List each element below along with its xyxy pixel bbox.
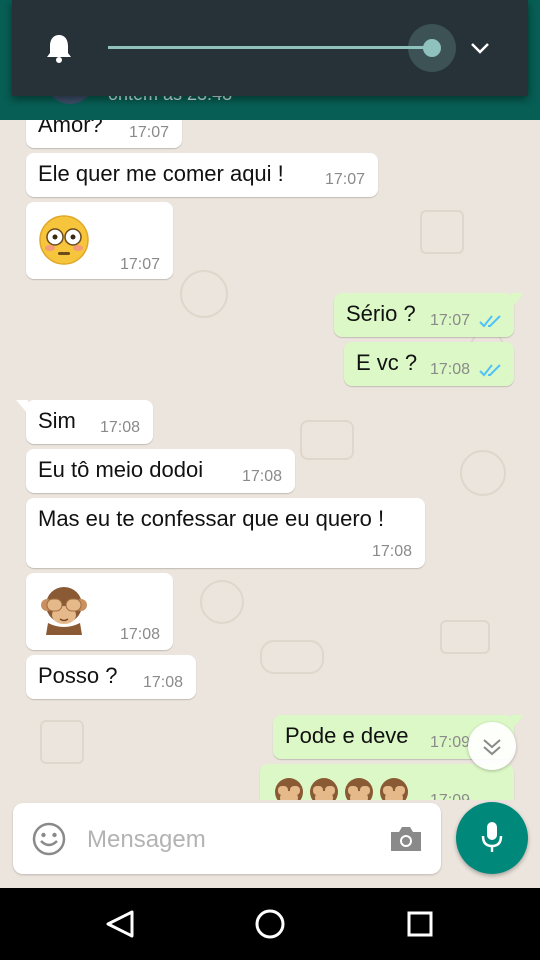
microphone-icon [481, 822, 503, 852]
outgoing-message[interactable]: E vc ? 17:08 [344, 342, 514, 386]
wallpaper-doodle [40, 720, 84, 764]
message-time: 17:08 [430, 361, 471, 378]
volume-slider-thumb[interactable] [423, 39, 441, 57]
voice-message-button[interactable] [456, 802, 528, 874]
incoming-message[interactable]: Ele quer me comer aqui ! 17:07 [26, 153, 378, 197]
system-navigation-bar [0, 888, 540, 960]
message-time: 17:07 [120, 256, 161, 273]
incoming-message[interactable]: 17:07 [26, 202, 173, 279]
read-receipt-icon [479, 364, 501, 377]
message-time: 17:09 [430, 792, 470, 800]
message-time: 17:07 [430, 312, 471, 329]
bubble-tail [16, 400, 28, 414]
wallpaper-doodle [440, 620, 490, 654]
recents-square-icon [407, 911, 433, 937]
wallpaper-doodle [180, 270, 228, 318]
message-text: Amor? [38, 120, 103, 137]
message-time: 17:07 [129, 124, 170, 141]
message-time: 17:08 [242, 468, 283, 485]
chevron-down-icon[interactable] [468, 38, 492, 58]
camera-icon[interactable] [389, 825, 423, 853]
incoming-message[interactable]: Sim 17:08 [16, 400, 153, 444]
bell-icon[interactable] [44, 32, 74, 64]
see-no-evil-monkey-emoji [41, 587, 87, 635]
back-triangle-icon [106, 910, 134, 938]
message-text: Eu tô meio dodoi [38, 457, 204, 482]
composer-bar [0, 800, 540, 888]
nav-home-button[interactable] [240, 900, 300, 948]
message-time: 17:08 [100, 419, 141, 436]
message-text: Sim [38, 408, 76, 433]
see-no-evil-monkey-emoji-row [275, 778, 408, 800]
message-text: Ele quer me comer aqui ! [38, 161, 284, 186]
message-time: 17:08 [372, 543, 413, 560]
message-input[interactable] [85, 817, 379, 863]
incoming-message[interactable]: Mas eu te confessar que eu quero ! 17:08 [26, 498, 425, 568]
wallpaper-doodle [260, 640, 324, 674]
double-chevron-down-icon [483, 739, 501, 756]
volume-slider-track[interactable] [108, 46, 432, 49]
message-input-container [13, 803, 441, 874]
message-text: Posso ? [38, 663, 118, 688]
nav-back-button[interactable] [90, 900, 150, 948]
incoming-message[interactable]: Amor? 17:07 [26, 120, 182, 148]
incoming-message[interactable]: Eu tô meio dodoi 17:08 [26, 449, 295, 493]
volume-panel [12, 0, 528, 96]
read-receipt-icon [479, 315, 501, 328]
message-time: 17:07 [325, 171, 366, 188]
message-text: Sério ? [346, 301, 416, 326]
chat-message-list[interactable]: Amor? 17:07 Ele quer me comer aqui ! 17:… [0, 120, 540, 800]
message-time: 17:08 [143, 674, 184, 691]
message-text: Pode e deve [285, 723, 409, 748]
message-time: 17:08 [120, 626, 161, 643]
wallpaper-doodle [200, 580, 244, 624]
home-circle-icon [255, 909, 285, 939]
outgoing-message[interactable]: Sério ? 17:07 [334, 293, 524, 337]
incoming-message[interactable]: 17:08 [26, 573, 173, 650]
wallpaper-doodle [420, 210, 464, 254]
message-text: E vc ? [356, 350, 418, 375]
bubble-tail [512, 293, 524, 307]
flushed-face-emoji [39, 215, 89, 265]
wallpaper-doodle [300, 420, 354, 460]
incoming-message[interactable]: Posso ? 17:08 [26, 655, 196, 699]
message-text: Mas eu te confessar que eu quero ! [38, 506, 385, 531]
message-time: 17:09 [430, 734, 471, 751]
smiley-icon[interactable] [31, 821, 67, 857]
scroll-to-bottom-button[interactable] [468, 722, 516, 770]
nav-recents-button[interactable] [390, 900, 450, 948]
wallpaper-doodle [460, 450, 506, 496]
